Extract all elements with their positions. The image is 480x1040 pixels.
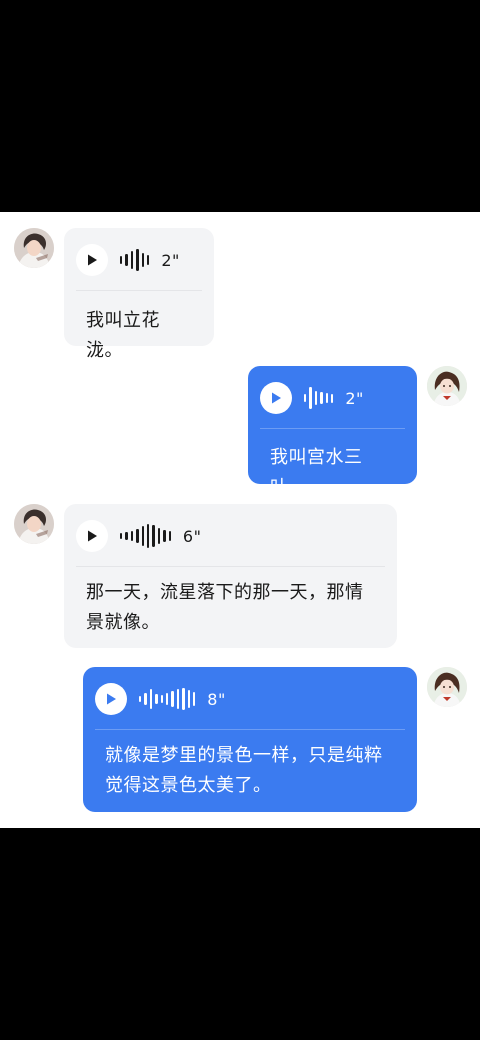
play-icon[interactable] <box>76 520 108 552</box>
play-icon[interactable] <box>260 382 292 414</box>
voice-duration: 2" <box>345 388 364 408</box>
message-text: 我叫宫水三叶。 <box>270 447 363 498</box>
voice-duration: 2" <box>161 250 180 270</box>
voice-message[interactable]: 2" <box>76 242 202 278</box>
divider <box>95 729 405 730</box>
divider <box>76 566 385 567</box>
divider <box>260 428 405 429</box>
message-bubble-sent[interactable]: 2" 我叫宫水三叶。 <box>248 366 417 498</box>
divider <box>76 290 202 291</box>
message-text: 那一天，流星落下的那一天，那情景就像。 <box>86 582 364 633</box>
message-text: 就像是梦里的景色一样，只是纯粹觉得这景色太美了。 <box>105 745 383 796</box>
message-text: 我叫立花泷。 <box>86 310 160 361</box>
voice-duration: 6" <box>182 526 202 546</box>
waveform-icon <box>304 384 334 412</box>
message-bubble-received[interactable]: 6" 那一天，流星落下的那一天，那情景就像。 <box>64 504 397 648</box>
avatar-taki[interactable] <box>14 228 54 268</box>
waveform-icon <box>120 522 171 550</box>
voice-message[interactable]: 8" <box>95 681 405 717</box>
message-bubble-sent[interactable]: 8" 就像是梦里的景色一样，只是纯粹觉得这景色太美了。 <box>83 667 417 812</box>
avatar-mitsuha[interactable] <box>427 667 467 707</box>
play-icon[interactable] <box>95 683 127 715</box>
chat-area: 2" 我叫立花泷。 2" 我叫宫水三叶。 6" 那一天，流星落下的那一天，那情景… <box>0 212 480 828</box>
waveform-icon <box>120 246 150 274</box>
avatar-taki[interactable] <box>14 504 54 544</box>
message-bubble-received[interactable]: 2" 我叫立花泷。 <box>64 228 214 361</box>
avatar-mitsuha[interactable] <box>427 366 467 406</box>
voice-message[interactable]: 2" <box>260 380 405 416</box>
voice-message[interactable]: 6" <box>76 518 385 554</box>
play-icon[interactable] <box>76 244 108 276</box>
voice-duration: 8" <box>207 689 226 709</box>
waveform-icon <box>139 685 196 713</box>
